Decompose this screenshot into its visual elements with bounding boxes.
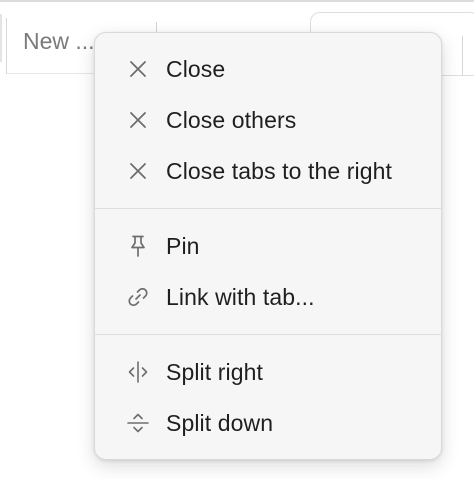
menu-item-label: Close <box>166 56 226 82</box>
tab-bar-top-border <box>0 0 474 2</box>
menu-separator <box>95 208 441 209</box>
tab-new-label: New ... <box>23 28 95 54</box>
menu-item-pin[interactable]: Pin <box>103 224 433 268</box>
menu-separator <box>95 334 441 335</box>
menu-item-close-tabs-right[interactable]: Close tabs to the right <box>103 149 433 193</box>
split-down-icon <box>125 410 151 436</box>
close-icon <box>125 158 151 184</box>
menu-item-link-with-tab[interactable]: Link with tab... <box>103 275 433 319</box>
menu-item-split-down[interactable]: Split down <box>103 401 433 445</box>
tab-context-menu: Close Close others Close tabs to the rig… <box>94 32 442 460</box>
app-window: New ... Close Close others Close tabs to… <box>0 0 474 479</box>
menu-item-label: Pin <box>166 233 200 259</box>
link-icon <box>125 284 151 310</box>
close-icon <box>125 107 151 133</box>
menu-item-label: Close others <box>166 107 297 133</box>
menu-item-label: Close tabs to the right <box>166 158 393 184</box>
menu-item-label: Split down <box>166 410 274 436</box>
split-right-icon <box>125 359 151 385</box>
menu-item-close-others[interactable]: Close others <box>103 98 433 142</box>
close-icon <box>125 56 151 82</box>
tab-divider <box>462 36 463 76</box>
menu-item-label: Link with tab... <box>166 284 315 310</box>
menu-item-split-right[interactable]: Split right <box>103 350 433 394</box>
tab-edge <box>0 14 2 62</box>
pin-icon <box>125 233 151 259</box>
menu-item-close[interactable]: Close <box>103 47 433 91</box>
menu-item-label: Split right <box>166 359 263 385</box>
